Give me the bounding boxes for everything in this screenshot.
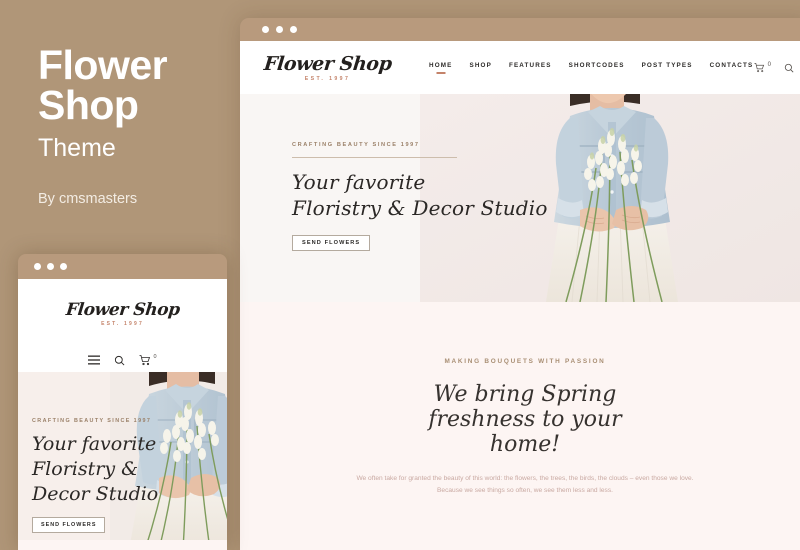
window-dot-maximize-icon[interactable] <box>60 263 67 270</box>
desktop-preview-window: Flower Shop EST. 1997 HOME SHOP FEATURES… <box>240 18 800 550</box>
search-icon[interactable] <box>784 63 794 73</box>
mobile-send-flowers-button[interactable]: SEND FLOWERS <box>32 517 106 533</box>
hero-copy: CRAFTING BEAUTY SINCE 1997 Your favorite… <box>240 94 547 302</box>
mobile-cart-count: 0 <box>153 354 157 360</box>
mobile-hero-copy: CRAFTING BEAUTY SINCE 1997 Your favorite… <box>32 418 158 533</box>
site-logo-established: EST. 1997 <box>304 76 351 82</box>
promo-author: By cmsmasters <box>38 191 138 207</box>
intro-title-line-3: home! <box>489 432 561 457</box>
cart-count: 0 <box>767 62 771 68</box>
mobile-hero-eyebrow: CRAFTING BEAUTY SINCE 1997 <box>32 418 152 424</box>
hero-title: Your favorite Floristry & Decor Studio <box>292 169 547 221</box>
mobile-cart-button[interactable]: 0 <box>139 354 157 366</box>
mobile-window-chrome-bar <box>18 254 227 279</box>
desktop-window-chrome-bar <box>240 18 800 41</box>
mobile-site-logo-name[interactable]: Flower Shop <box>65 300 181 320</box>
mobile-window-body: Flower Shop EST. 1997 0 CRAFTING BEAUTY … <box>18 279 227 550</box>
mobile-header-tools: 0 <box>18 348 227 372</box>
mobile-hero-title-line-3: Decor Studio <box>32 483 159 505</box>
window-dot-minimize-icon[interactable] <box>47 263 54 270</box>
nav-item-shortcodes[interactable]: SHORTCODES <box>569 62 625 74</box>
site-logo[interactable]: Flower Shop EST. 1997 <box>240 53 415 82</box>
mobile-hero-title-line-2: Floristry & <box>32 458 139 480</box>
intro-body-text: We often take for granted the beauty of … <box>356 475 694 494</box>
send-flowers-button[interactable]: SEND FLOWERS <box>292 235 371 251</box>
intro-title: We bring Spring freshness to your home! <box>335 382 715 457</box>
promo-title-line-1: Flower <box>38 42 168 88</box>
nav-item-home[interactable]: HOME <box>429 62 453 74</box>
main-navigation: HOME SHOP FEATURES SHORTCODES POST TYPES… <box>429 62 753 74</box>
cart-icon <box>139 355 151 366</box>
window-dot-close-icon[interactable] <box>34 263 41 270</box>
nav-item-post-types[interactable]: POST TYPES <box>642 62 693 74</box>
mobile-hero-title-line-1: Your favorite <box>32 433 157 455</box>
hero-section: CRAFTING BEAUTY SINCE 1997 Your favorite… <box>240 94 800 302</box>
promo-subtitle: Theme <box>38 134 116 162</box>
promo-title: Flower Shop <box>38 42 240 128</box>
mobile-site-logo-established: EST. 1997 <box>101 320 144 327</box>
intro-eyebrow: MAKING BOUQUETS WITH PASSION <box>444 358 606 365</box>
window-dot-close-icon[interactable] <box>262 26 269 33</box>
site-header: Flower Shop EST. 1997 HOME SHOP FEATURES… <box>240 41 800 94</box>
hero-title-line-2: Floristry & Decor Studio <box>292 196 547 220</box>
mobile-hero-title: Your favorite Floristry & Decor Studio <box>32 432 158 507</box>
mobile-preview-window: Flower Shop EST. 1997 0 CRAFTING BEAUTY … <box>18 254 227 550</box>
window-dot-minimize-icon[interactable] <box>276 26 283 33</box>
nav-item-shop[interactable]: SHOP <box>470 62 492 74</box>
mobile-hero-section: CRAFTING BEAUTY SINCE 1997 Your favorite… <box>18 372 227 550</box>
mobile-section-divider <box>18 540 227 550</box>
cart-button[interactable]: 0 <box>754 62 771 73</box>
hero-title-line-1: Your favorite <box>292 170 426 194</box>
hero-eyebrow: CRAFTING BEAUTY SINCE 1997 <box>292 142 457 158</box>
hamburger-menu-icon[interactable] <box>88 355 101 365</box>
intro-section: MAKING BOUQUETS WITH PASSION We bring Sp… <box>240 302 800 550</box>
intro-title-line-1: We bring Spring <box>433 382 617 407</box>
desktop-window-body: Flower Shop EST. 1997 HOME SHOP FEATURES… <box>240 41 800 550</box>
intro-title-line-2: freshness to your <box>428 407 622 432</box>
nav-item-features[interactable]: FEATURES <box>509 62 552 74</box>
mobile-site-header: Flower Shop EST. 1997 <box>18 279 227 348</box>
window-dot-maximize-icon[interactable] <box>290 26 297 33</box>
promo-title-line-2: Shop <box>38 82 139 128</box>
header-tools: 0 <box>754 62 800 73</box>
nav-item-contacts[interactable]: CONTACTS <box>710 62 754 74</box>
cart-icon <box>754 63 764 73</box>
search-icon[interactable] <box>114 355 125 366</box>
site-logo-name: Flower Shop <box>262 53 393 75</box>
